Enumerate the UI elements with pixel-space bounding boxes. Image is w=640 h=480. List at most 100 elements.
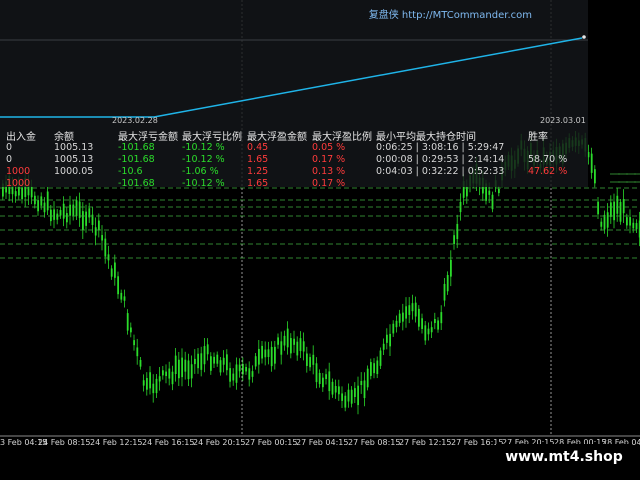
candle-body — [117, 276, 119, 295]
candle-body — [101, 235, 103, 241]
candle-body — [72, 204, 75, 216]
cell-win-rate: 58.70 % — [528, 154, 568, 165]
candle-body — [46, 191, 49, 211]
candle-body — [229, 368, 231, 382]
candle-body — [603, 214, 606, 230]
time-tick-label: 27 Feb 08:15 — [348, 438, 401, 447]
candle-body — [341, 393, 343, 401]
candle-body — [619, 202, 622, 222]
time-tick-label: 27 Feb 12:15 — [399, 438, 452, 447]
candle-body — [315, 363, 318, 383]
candle-body — [277, 337, 279, 345]
candle-body — [360, 380, 363, 386]
cell-hold-time: 0:04:03 | 0:32:22 | 0:52:33 — [376, 166, 505, 177]
cell-max-float-loss-pct: -10.12 % — [182, 154, 225, 165]
candle-body — [40, 196, 43, 206]
candle-body — [158, 376, 161, 382]
candle-body — [283, 335, 286, 346]
candle-body — [232, 373, 235, 381]
table-row: 0 1005.13 -101.68 -10.12 % 1.65 0.17 % 0… — [0, 154, 588, 166]
candle-body — [437, 320, 439, 330]
candle-body — [373, 363, 375, 374]
candle-body — [286, 328, 289, 348]
candle-body — [162, 370, 164, 376]
candle-body — [82, 211, 84, 230]
cell-deposit: 0 — [6, 154, 13, 165]
candle-body — [110, 268, 113, 277]
candle-body — [318, 372, 321, 385]
candle-body — [226, 354, 228, 371]
candle-body — [194, 358, 196, 365]
candle-body — [174, 355, 177, 375]
candle-body — [14, 191, 17, 197]
candle-body — [197, 353, 199, 369]
time-tick-label: 27 Feb 00:15 — [245, 438, 298, 447]
candle-body — [430, 327, 433, 333]
candle-body — [152, 383, 155, 394]
candle-body — [421, 318, 423, 329]
candle-body — [411, 303, 414, 312]
cell-max-float-profit: 1.65 — [247, 154, 269, 165]
candle-body — [296, 341, 299, 356]
candle-body — [312, 354, 315, 365]
candle-body — [146, 378, 148, 390]
header-hold-time: 最小平均最大持仓时间 — [376, 132, 476, 143]
cell-win-rate: 47.62 % — [528, 166, 568, 177]
candle-body — [635, 223, 638, 230]
cell-max-float-profit-pct: 0.05 % — [312, 142, 346, 153]
cell-deposit: 0 — [6, 142, 13, 153]
candle-body — [408, 305, 411, 315]
cell-balance: 1005.13 — [54, 142, 94, 153]
candle-body — [331, 381, 334, 395]
candle-body — [219, 360, 222, 373]
candle-body — [616, 195, 619, 214]
candle-body — [306, 353, 308, 366]
time-tick-label: 27 Feb 04:15 — [296, 438, 349, 447]
table-row: 0 1005.13 -101.68 -10.12 % 0.45 0.05 % 0… — [0, 142, 588, 154]
candle-body — [626, 217, 628, 226]
candle-body — [450, 259, 452, 277]
candle-body — [594, 169, 596, 184]
candle-body — [245, 367, 247, 372]
cell-balance: 1005.13 — [54, 154, 94, 165]
candle-body — [69, 204, 71, 216]
candle-body — [309, 357, 311, 368]
candle-body — [370, 362, 372, 376]
candle-body — [280, 341, 283, 355]
candle-body — [446, 275, 449, 292]
candle-body — [37, 200, 39, 212]
candle-body — [366, 368, 369, 388]
candle-body — [382, 343, 385, 350]
candle-body — [85, 211, 87, 226]
candle-body — [350, 389, 353, 404]
time-tick-label: 24 Feb 08:15 — [38, 438, 91, 447]
candle-body — [405, 306, 407, 319]
candle-body — [328, 371, 331, 392]
cell-max-float-loss: -10.6 — [118, 166, 143, 177]
candle-body — [184, 359, 187, 372]
candle-body — [213, 356, 215, 364]
cell-max-float-profit-pct: 0.17 % — [312, 178, 346, 189]
candle-body — [181, 357, 183, 378]
candle-body — [267, 349, 270, 357]
candle-body — [392, 323, 395, 334]
candle-body — [178, 359, 180, 379]
cell-hold-time: 0:06:25 | 3:08:16 | 5:29:47 — [376, 142, 505, 153]
candle-body — [453, 235, 455, 245]
header-max-float-loss-pct: 最大浮亏比例 — [182, 132, 242, 143]
candle-body — [395, 320, 398, 328]
candle-body — [66, 213, 68, 223]
candle-body — [78, 201, 81, 218]
header-win-rate: 胜率 — [528, 132, 548, 143]
header-max-float-profit: 最大浮盈金额 — [247, 132, 307, 143]
candle-body — [338, 386, 340, 395]
candle-body — [126, 313, 129, 331]
cell-balance: 1000.05 — [54, 166, 94, 177]
candle-body — [357, 385, 359, 406]
candle-body — [398, 313, 401, 323]
candle-body — [261, 345, 263, 359]
stats-header-row: 出入金 余额 最大浮亏金额 最大浮亏比例 最大浮盈金额 最大浮盈比例 最小平均最… — [0, 128, 588, 143]
candle-body — [75, 200, 78, 217]
candle-body — [94, 227, 97, 236]
candle-body — [203, 346, 206, 365]
